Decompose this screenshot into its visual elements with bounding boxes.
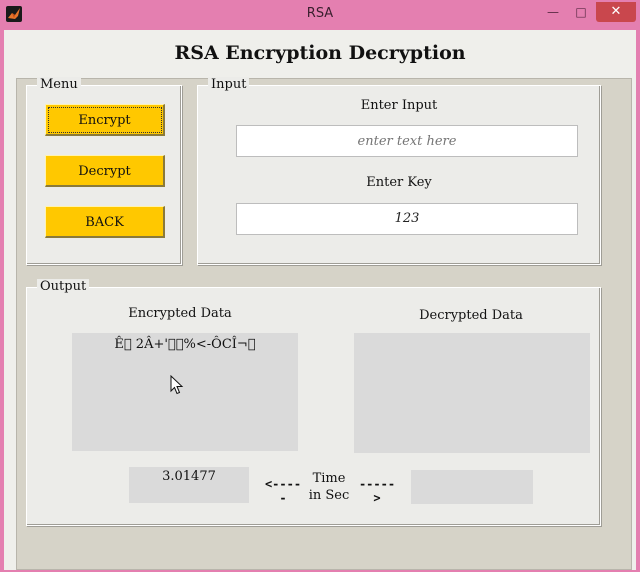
key-field[interactable]: 123 <box>236 203 578 235</box>
encrypted-data-box: Ê  2Â+'  %<-ÔCÎ¬  <box>72 333 298 451</box>
enter-input-label: Enter Input <box>360 98 438 113</box>
window-titlebar[interactable]: RSA — □ ✕ <box>0 0 640 30</box>
arrow-right-label: -----> <box>358 477 396 505</box>
back-button[interactable]: BACK <box>45 206 165 238</box>
menu-panel-label: Menu <box>37 77 81 92</box>
decrypted-data-box <box>354 333 590 453</box>
enter-key-label: Enter Key <box>366 175 432 190</box>
encrypted-data-value: Ê  2Â+'  %<-ÔCÎ¬  <box>114 337 256 352</box>
time-value-box: 3.01477 <box>129 467 249 503</box>
output-panel: Output Encrypted Data Decrypted Data Ê  … <box>26 279 601 526</box>
input-text-field[interactable] <box>236 125 578 157</box>
encrypt-button[interactable]: Encrypt <box>45 104 165 136</box>
window-client-area: RSA Encryption Decryption Menu Encrypt D… <box>4 30 636 570</box>
page-title: RSA Encryption Decryption <box>174 42 466 64</box>
maximize-button[interactable]: □ <box>568 2 594 22</box>
time-in-sec-label: Time in Sec <box>308 471 350 503</box>
input-panel: Input Enter Input Enter Key 123 <box>197 77 601 265</box>
menu-panel: Menu Encrypt Decrypt BACK <box>26 77 182 265</box>
time-value-box-2 <box>411 470 533 504</box>
minimize-button[interactable]: — <box>540 2 566 22</box>
mouse-pointer-icon <box>170 375 184 395</box>
decrypted-data-label: Decrypted Data <box>419 308 523 323</box>
decrypt-button[interactable]: Decrypt <box>45 155 165 187</box>
input-panel-label: Input <box>208 77 250 92</box>
encrypted-data-label: Encrypted Data <box>128 306 232 321</box>
close-button[interactable]: ✕ <box>596 2 636 22</box>
time-value: 3.01477 <box>162 469 216 484</box>
output-panel-label: Output <box>37 279 90 294</box>
arrow-left-label: <----- <box>264 477 302 505</box>
